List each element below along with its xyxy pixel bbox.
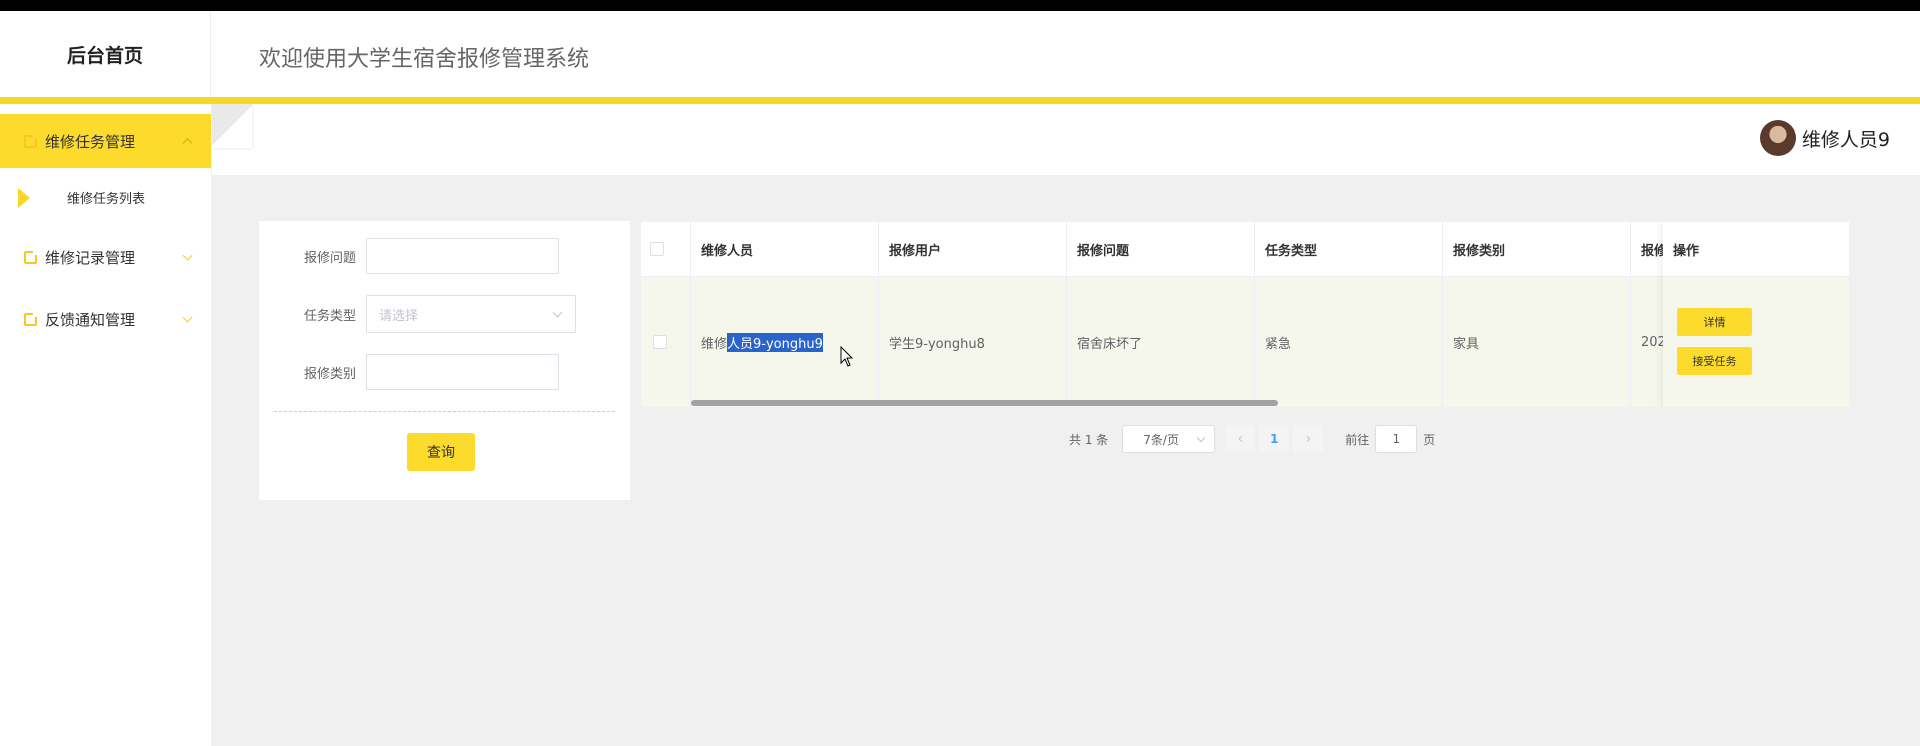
cell-task-type: 紧急 [1255,277,1443,407]
home-link[interactable]: 后台首页 [0,11,211,97]
detail-button[interactable]: 详情 [1677,308,1752,336]
accept-task-button[interactable]: 接受任务 [1677,347,1752,375]
goto-page: 前往 页 [1345,425,1435,453]
select-placeholder: 请选择 [379,308,419,324]
sidebar-item-label: 维修任务管理 [45,132,136,151]
cell-repairer: 维修 人员9-yonghu9 [691,277,879,407]
prev-page-button[interactable]: ‹ [1225,425,1256,453]
cell-problem: 宿舍床坏了 [1067,277,1255,407]
chevron-down-icon [1197,433,1206,443]
sidebar-subitem-task-list[interactable]: 维修任务列表 [0,168,211,226]
chevron-down-icon [182,312,193,323]
column-header[interactable]: 报修类别 [1443,222,1631,276]
row-checkbox-cell [641,277,691,407]
next-page-button[interactable]: › [1293,425,1324,453]
cell-category: 家具 [1443,277,1631,407]
field-label: 任务类型 [303,308,356,324]
column-header[interactable]: 维修人员 [691,222,879,276]
sidebar-item-label: 维修记录管理 [45,248,136,267]
search-button[interactable]: 查询 [407,433,475,471]
goto-page-input[interactable] [1375,425,1418,453]
task-table: 维修人员 报修用户 报修问题 任务类型 报修类别 报修 维修 人员9-yonghu… [641,222,1849,407]
mouse-cursor-icon [840,346,854,367]
cell-user: 学生9-yonghu8 [879,277,1067,407]
sidebar-toggle[interactable] [212,104,252,148]
column-header[interactable]: 报修用户 [879,222,1067,276]
user-menu[interactable]: 维修人员9 [1759,120,1890,156]
goto-label: 前往 [1345,432,1370,447]
sidebar-item-repair-records[interactable]: 维修记录管理 [0,226,211,288]
horizontal-scrollbar[interactable] [691,400,1278,406]
avatar [1759,120,1796,156]
search-row-problem: 报修问题 [259,237,630,275]
sidebar-item-repair-tasks[interactable]: 维修任务管理 [0,114,211,168]
header-accent-line [0,97,1920,104]
goto-suffix: 页 [1423,432,1436,447]
search-row-task-type: 任务类型 请选择 [259,295,630,333]
sidebar-subitem-label: 维修任务列表 [67,191,146,207]
sidebar-item-label: 反馈通知管理 [45,310,136,329]
column-header: 操作 [1663,222,1849,277]
row-checkbox[interactable] [653,335,667,349]
search-row-category: 报修类别 [259,353,630,391]
folder-icon [24,312,37,326]
top-black-bar [0,0,1920,11]
category-input[interactable] [366,354,559,390]
app-header: 后台首页 欢迎使用大学生宿舍报修管理系统 [0,11,1920,97]
search-panel: 报修问题 任务类型 请选择 报修类别 查询 [259,221,630,500]
pagination: 共 1 条 7条/页 ‹ 1 › 前往 页 [1069,425,1435,453]
actions-cell: 详情 接受任务 [1663,277,1849,407]
field-label: 报修类别 [303,366,356,382]
folder-icon [24,250,37,264]
chevron-down-icon [182,250,193,261]
column-header[interactable]: 报修问题 [1067,222,1255,276]
content-toolbar: 维修人员9 [212,104,1920,175]
page-number[interactable]: 1 [1259,425,1290,453]
chevron-down-icon [552,307,563,318]
task-type-select[interactable]: 请选择 [366,295,576,333]
sidebar-item-feedback[interactable]: 反馈通知管理 [0,288,211,350]
user-name: 维修人员9 [1801,128,1890,151]
chevron-up-icon [182,138,193,149]
header-checkbox-cell [641,222,691,276]
selected-text: 人员9-yonghu9 [727,332,823,352]
page-size-value: 7条/页 [1143,432,1179,447]
total-count: 共 1 条 [1069,432,1109,447]
sidebar: 维修任务管理 维修任务列表 维修记录管理 反馈通知管理 [0,104,211,746]
actions-column: 操作 详情 接受任务 [1663,222,1849,407]
repairer-prefix: 维修 [701,336,728,352]
select-all-checkbox[interactable] [650,242,664,256]
folder-icon [24,134,37,148]
system-title: 欢迎使用大学生宿舍报修管理系统 [259,47,590,72]
divider [274,411,615,412]
problem-input[interactable] [366,238,559,274]
column-header[interactable]: 任务类型 [1255,222,1443,276]
active-indicator-icon [18,188,30,208]
field-label: 报修问题 [303,250,356,266]
page-size-select[interactable]: 7条/页 [1122,425,1216,453]
